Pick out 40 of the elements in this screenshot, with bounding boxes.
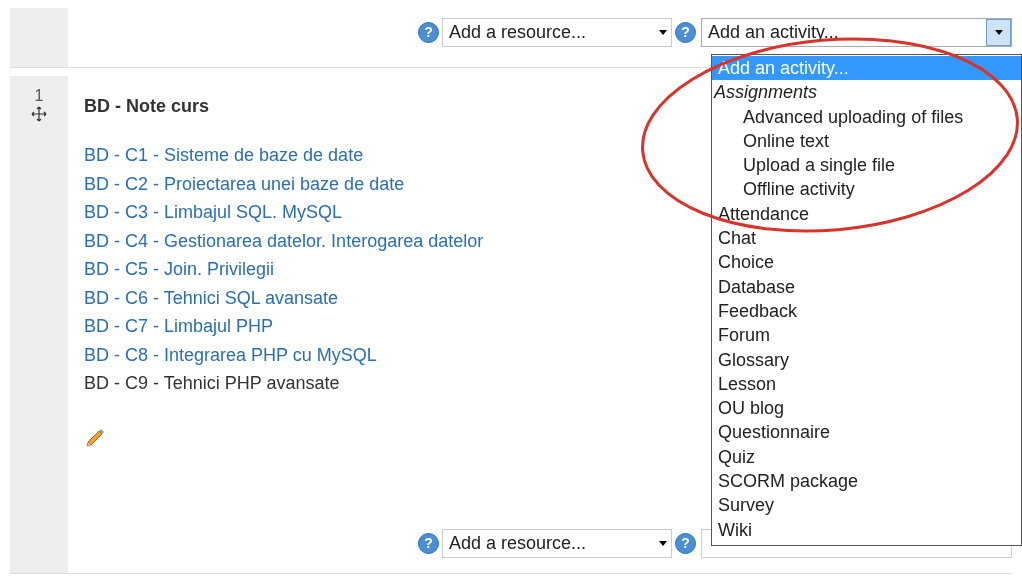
- dropdown-button[interactable]: [986, 19, 1011, 46]
- dropdown-option[interactable]: Quiz: [712, 444, 1021, 470]
- dropdown-option[interactable]: Upload a single file: [712, 153, 1021, 178]
- activity-label: BD - C9 - Tehnici PHP avansate: [84, 372, 340, 395]
- section-number: 1: [34, 88, 44, 104]
- resource-select[interactable]: Add a resource...: [442, 18, 672, 47]
- caret-icon: [994, 30, 1003, 35]
- activity-link[interactable]: BD - C7 - Limbajul PHP: [84, 315, 274, 338]
- dropdown-option[interactable]: Feedback: [712, 298, 1021, 324]
- dropdown-option[interactable]: OU blog: [712, 396, 1021, 421]
- pencil-icon[interactable]: [84, 426, 106, 449]
- dropdown-option[interactable]: Online text: [712, 128, 1021, 154]
- activity-link[interactable]: BD - C2 - Proiectarea unei baze de date: [84, 172, 405, 195]
- activity-link[interactable]: BD - C5 - Join. Privilegii: [84, 258, 275, 281]
- option-group-label: Assignments: [712, 81, 819, 105]
- activity-link[interactable]: BD - C1 - Sisteme de baze de date: [84, 144, 364, 167]
- dropdown-option[interactable]: Chat: [712, 226, 1021, 251]
- move-icon[interactable]: [31, 106, 47, 122]
- dropdown-option[interactable]: Glossary: [712, 347, 1021, 372]
- activity-link[interactable]: BD - C3 - Limbajul SQL. MySQL: [84, 201, 343, 224]
- section-sidebar: [10, 8, 68, 67]
- dropdown-option[interactable]: Wiki: [712, 517, 1021, 542]
- resource-select[interactable]: Add a resource...: [442, 529, 672, 558]
- dropdown-option[interactable]: Database: [712, 274, 1021, 299]
- section-title: BD - Note curs: [84, 95, 209, 118]
- activity-select[interactable]: Add an activity...: [701, 18, 1012, 47]
- dropdown-option[interactable]: Forum: [712, 323, 1021, 348]
- dropdown-option[interactable]: Questionnaire: [712, 420, 1021, 445]
- caret-icon: [659, 30, 667, 35]
- dropdown-option[interactable]: Advanced uploading of files: [712, 104, 1021, 129]
- dropdown-option[interactable]: Lesson: [712, 371, 1021, 397]
- activity-link[interactable]: BD - C6 - Tehnici SQL avansate: [84, 286, 339, 309]
- activity-link[interactable]: BD - C8 - Integrarea PHP cu MySQL: [84, 343, 377, 366]
- dropdown-option[interactable]: Survey: [712, 493, 1021, 518]
- caret-icon: [659, 541, 667, 546]
- dropdown-option[interactable]: Choice: [712, 250, 1021, 275]
- dropdown-option[interactable]: Offline activity: [712, 177, 1021, 202]
- dropdown-option[interactable]: SCORM package: [712, 469, 1021, 494]
- activity-link[interactable]: BD - C4 - Gestionarea datelor. Interogarea datelor: [84, 229, 484, 252]
- dropdown-option[interactable]: Attendance: [712, 201, 1021, 227]
